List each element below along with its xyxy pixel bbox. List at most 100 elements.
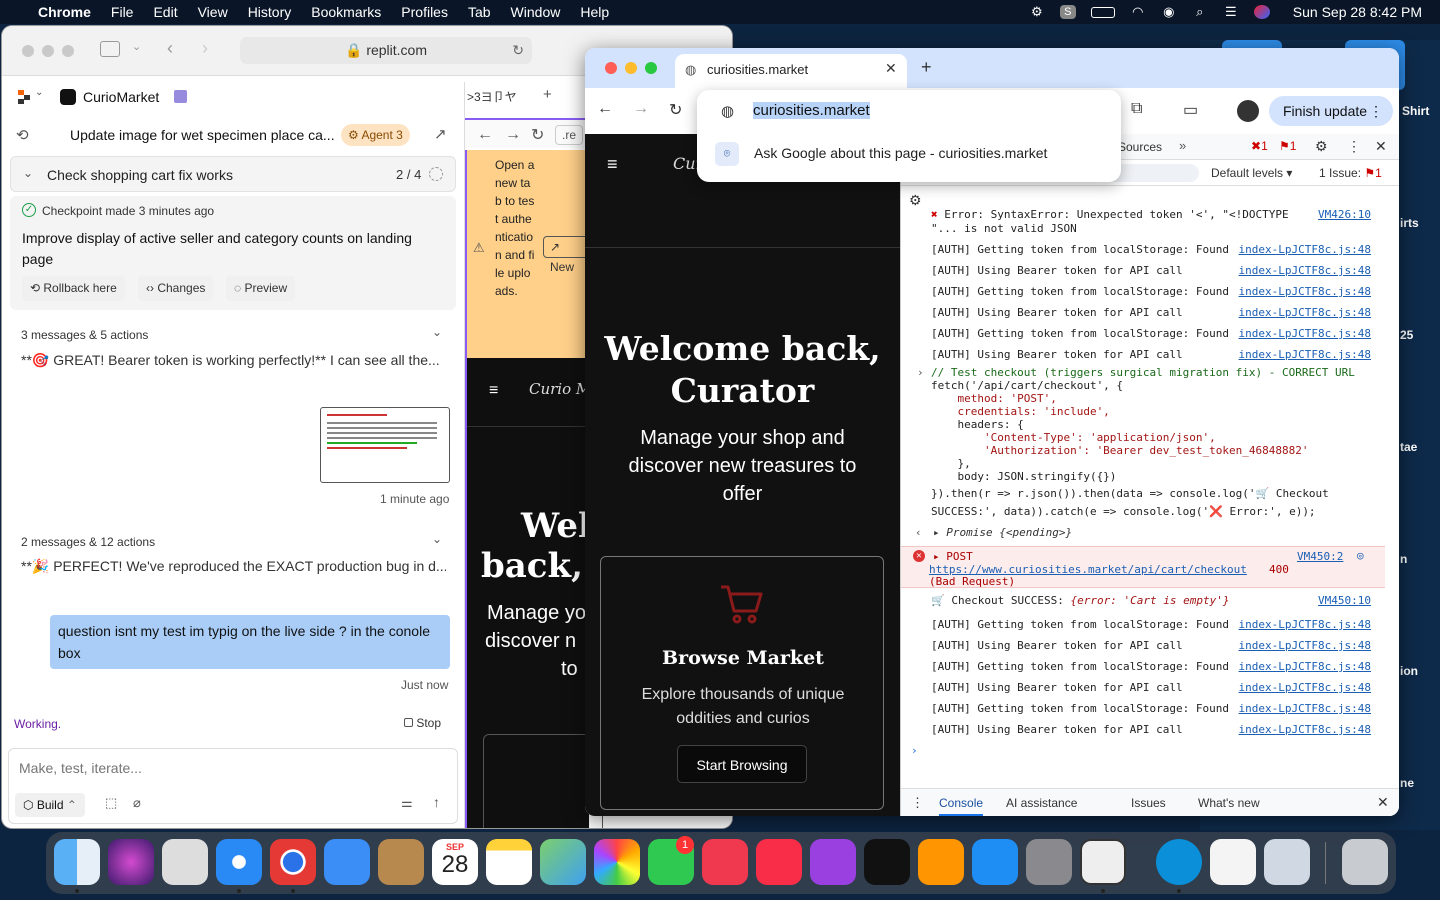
- preview-tab-label[interactable]: >3ヨ卩ヤ: [467, 88, 517, 105]
- settings-sliders-icon[interactable]: ⚌: [401, 795, 413, 811]
- tv-icon[interactable]: [864, 839, 910, 885]
- source-link[interactable]: index-LpJCTF8c.js:48: [1239, 323, 1371, 344]
- system-settings-icon[interactable]: [1026, 839, 1072, 885]
- success-object[interactable]: {error: 'Cart is empty'}: [1071, 594, 1230, 607]
- profile-avatar[interactable]: [1237, 100, 1259, 122]
- screenshot-thumbnail[interactable]: [320, 407, 450, 483]
- source-link[interactable]: index-LpJCTF8c.js:48: [1239, 719, 1371, 740]
- source-link[interactable]: index-LpJCTF8c.js:48: [1239, 698, 1371, 719]
- agent-badge[interactable]: ⚙ Agent 3: [341, 124, 410, 146]
- skype-icon[interactable]: [1156, 839, 1202, 885]
- extensions-icon[interactable]: ⧉: [1131, 100, 1142, 118]
- contacts-icon[interactable]: [378, 839, 424, 885]
- issues-link[interactable]: 1 Issue: ⚑1: [1319, 166, 1382, 180]
- menu-help[interactable]: Help: [580, 4, 609, 20]
- app-store-icon[interactable]: [972, 839, 1018, 885]
- tab-sources[interactable]: Sources: [1118, 140, 1162, 154]
- settings-gear-icon[interactable]: ⚙: [1315, 138, 1328, 155]
- close-drawer-icon[interactable]: ✕: [1377, 794, 1389, 811]
- drawer-tab-whats-new[interactable]: What's new: [1198, 796, 1260, 810]
- sidebar-icon[interactable]: [100, 41, 120, 57]
- minimize-button[interactable]: [625, 62, 637, 74]
- close-button[interactable]: [605, 62, 617, 74]
- back-icon[interactable]: ‹: [167, 38, 173, 59]
- notes-icon[interactable]: [486, 839, 532, 885]
- preview-button[interactable]: ◌ Preview: [226, 276, 296, 301]
- drawer-tab-issues[interactable]: Issues: [1131, 796, 1166, 810]
- tab-curiosities[interactable]: ◍ curiosities.market ✕: [675, 54, 907, 88]
- source-link[interactable]: index-LpJCTF8c.js:48: [1239, 677, 1371, 698]
- chat-input[interactable]: [19, 757, 439, 779]
- reload-icon[interactable]: ↻: [669, 100, 682, 120]
- source-link[interactable]: index-LpJCTF8c.js:48: [1239, 281, 1371, 302]
- error-count[interactable]: ✖1: [1251, 139, 1268, 153]
- new-tab-icon[interactable]: +: [921, 57, 932, 78]
- project-name[interactable]: CurioMarket: [83, 89, 159, 105]
- finish-update-button[interactable]: Finish update ⋮: [1269, 96, 1393, 126]
- calendar-icon[interactable]: SEP 28: [432, 839, 478, 885]
- menu-bookmarks[interactable]: Bookmarks: [311, 4, 381, 20]
- network-icon[interactable]: ◎: [1357, 549, 1364, 562]
- cast-icon[interactable]: ▭: [1183, 100, 1198, 120]
- changes-button[interactable]: ‹› Changes: [138, 276, 214, 301]
- preview-url[interactable]: .re: [555, 125, 584, 145]
- select-element-icon[interactable]: ⬚: [105, 795, 117, 811]
- music-icon[interactable]: [756, 839, 802, 885]
- actions-group-2[interactable]: 2 messages & 12 actions: [21, 535, 155, 549]
- wifi-icon[interactable]: ◠: [1130, 5, 1146, 19]
- textedit-icon[interactable]: [1210, 839, 1256, 885]
- new-chat-icon[interactable]: ↗: [434, 125, 447, 143]
- add-tab-icon[interactable]: +: [543, 86, 552, 103]
- send-icon[interactable]: ↑: [433, 794, 440, 810]
- chrome-icon[interactable]: [270, 839, 316, 885]
- ask-google-suggestion[interactable]: ⌾ Ask Google about this page - curiositi…: [697, 138, 1121, 170]
- chevron-down-icon[interactable]: ⌄: [432, 532, 442, 546]
- forward-icon[interactable]: ›: [202, 38, 208, 59]
- trash-icon[interactable]: [1342, 839, 1388, 885]
- warn-count[interactable]: ⚑1: [1279, 139, 1296, 153]
- more-icon[interactable]: ⋮: [1347, 138, 1361, 155]
- news-icon[interactable]: [702, 839, 748, 885]
- safari-icon[interactable]: [216, 839, 262, 885]
- source-link[interactable]: VM450:2: [1297, 550, 1343, 563]
- skype-status-icon[interactable]: S: [1059, 5, 1076, 19]
- back-icon[interactable]: ←: [477, 126, 493, 144]
- drawer-tab-ai[interactable]: AI assistance: [1006, 796, 1077, 810]
- launchpad-icon[interactable]: [162, 839, 208, 885]
- omnibox-input[interactable]: curiosities.market: [753, 102, 870, 119]
- actions-group-1[interactable]: 3 messages & 5 actions: [21, 328, 148, 342]
- activity-monitor-icon[interactable]: [1080, 839, 1126, 885]
- close-tab-icon[interactable]: ✕: [885, 60, 897, 77]
- chevron-down-icon[interactable]: ⌄: [132, 40, 141, 53]
- close-devtools-icon[interactable]: ✕: [1375, 138, 1387, 155]
- drawer-tab-console[interactable]: Console: [939, 796, 984, 816]
- reload-icon[interactable]: ↻: [512, 37, 524, 64]
- menu-icon[interactable]: ≡: [607, 154, 618, 175]
- books-icon[interactable]: [918, 839, 964, 885]
- zoom-button[interactable]: [645, 62, 657, 74]
- stop-button[interactable]: Stop: [404, 716, 441, 730]
- mail-icon[interactable]: [324, 839, 370, 885]
- build-mode-button[interactable]: ⬡ Build ⌃: [15, 793, 85, 817]
- menu-edit[interactable]: Edit: [153, 4, 177, 20]
- finder-icon[interactable]: [54, 839, 100, 885]
- url-bar[interactable]: 🔒 replit.com ↻: [240, 37, 532, 64]
- history-icon[interactable]: ⟲: [16, 126, 29, 144]
- source-link[interactable]: index-LpJCTF8c.js:48: [1239, 260, 1371, 281]
- chevron-down-icon[interactable]: ⌄: [432, 325, 442, 339]
- source-link[interactable]: index-LpJCTF8c.js:48: [1239, 344, 1371, 365]
- start-browsing-button[interactable]: Start Browsing: [677, 745, 807, 783]
- post-method[interactable]: ▸ POST: [933, 550, 973, 563]
- promise-result[interactable]: ▸ Promise {<pending>}: [933, 526, 1072, 539]
- source-link[interactable]: index-LpJCTF8c.js:48: [1239, 302, 1371, 323]
- menu-window[interactable]: Window: [511, 4, 561, 20]
- source-link[interactable]: index-LpJCTF8c.js:48: [1239, 635, 1371, 656]
- zoom-button[interactable]: [62, 45, 74, 57]
- back-icon[interactable]: ←: [597, 100, 613, 118]
- clock[interactable]: Sun Sep 28 8:42 PM: [1293, 4, 1422, 20]
- control-center-icon[interactable]: ☰: [1223, 5, 1239, 19]
- maps-icon[interactable]: [540, 839, 586, 885]
- console-settings-icon[interactable]: ⚙: [909, 192, 922, 209]
- forward-icon[interactable]: →: [505, 126, 521, 144]
- expand-icon[interactable]: ›: [917, 366, 924, 379]
